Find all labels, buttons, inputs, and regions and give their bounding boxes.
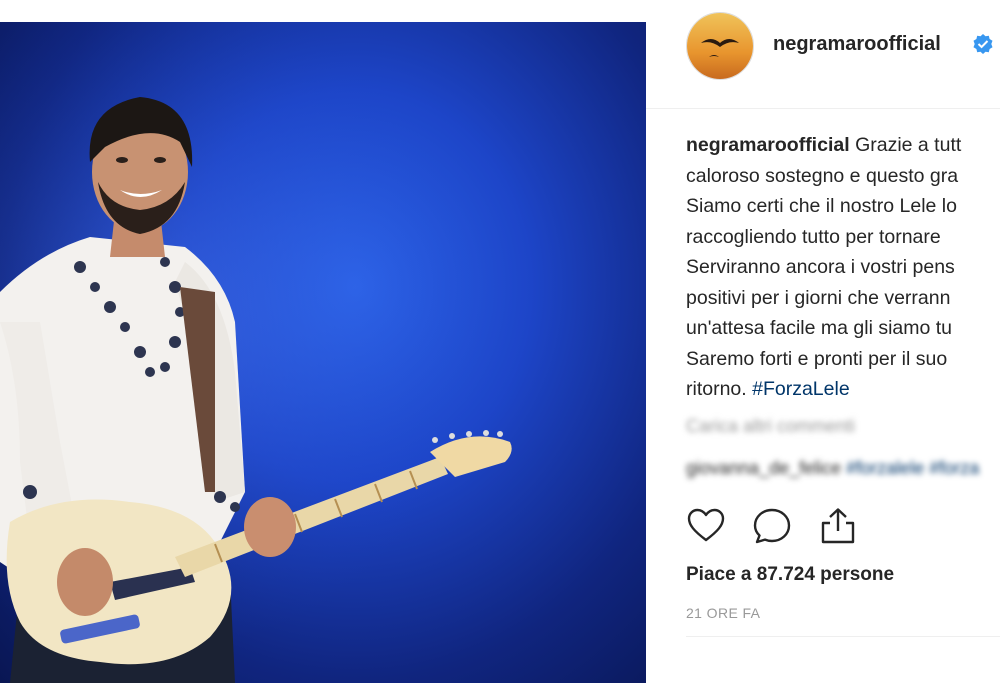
comment-item: giovanna_de_felice #forzalele #forza [686,458,979,479]
heart-icon[interactable] [686,506,726,546]
caption-line: Siamo certi che il nostro Lele lo [686,195,957,217]
post-header: negramaroofficial [646,0,1000,109]
caption-line: positivi per i giorni che verrann [686,286,951,309]
comment-username[interactable]: giovanna_de_felice [686,458,841,478]
caption-line: Grazie a tutt [855,134,962,156]
comment-icon[interactable] [752,506,792,546]
comment-text: #forzalele #forza [846,458,980,478]
load-more-comments[interactable]: Carica altri commenti [686,416,855,437]
caption-line: raccogliendo tutto per tornare [686,225,941,248]
profile-avatar[interactable] [686,12,754,80]
post-photo[interactable] [0,22,646,683]
divider [686,636,1000,637]
guitarist-photo-illustration [0,22,646,683]
post-caption: negramaroofficial Grazie a tutt caloroso… [686,130,1000,405]
caption-username[interactable]: negramaroofficial [686,134,850,156]
caption-line: ritorno. [686,378,753,400]
verified-badge-icon [973,34,993,54]
avatar-logo-icon [687,13,753,79]
caption-line: un'attesa facile ma gli siamo tu [686,317,953,339]
post-timestamp[interactable]: 21 ORE FA [686,605,760,621]
hashtag-link[interactable]: #ForzaLele [752,378,850,400]
likes-count[interactable]: Piace a 87.724 persone [686,564,894,586]
caption-line: caloroso sostegno e questo gra [686,164,959,187]
share-icon[interactable] [818,506,858,546]
caption-line: Serviranno ancora i vostri pens [686,256,955,278]
post-username[interactable]: negramaroofficial [773,33,941,56]
post-details-panel: negramaroofficial negramaroofficial Graz… [646,0,1000,683]
caption-line: Saremo forti e pronti per il suo [686,347,948,370]
